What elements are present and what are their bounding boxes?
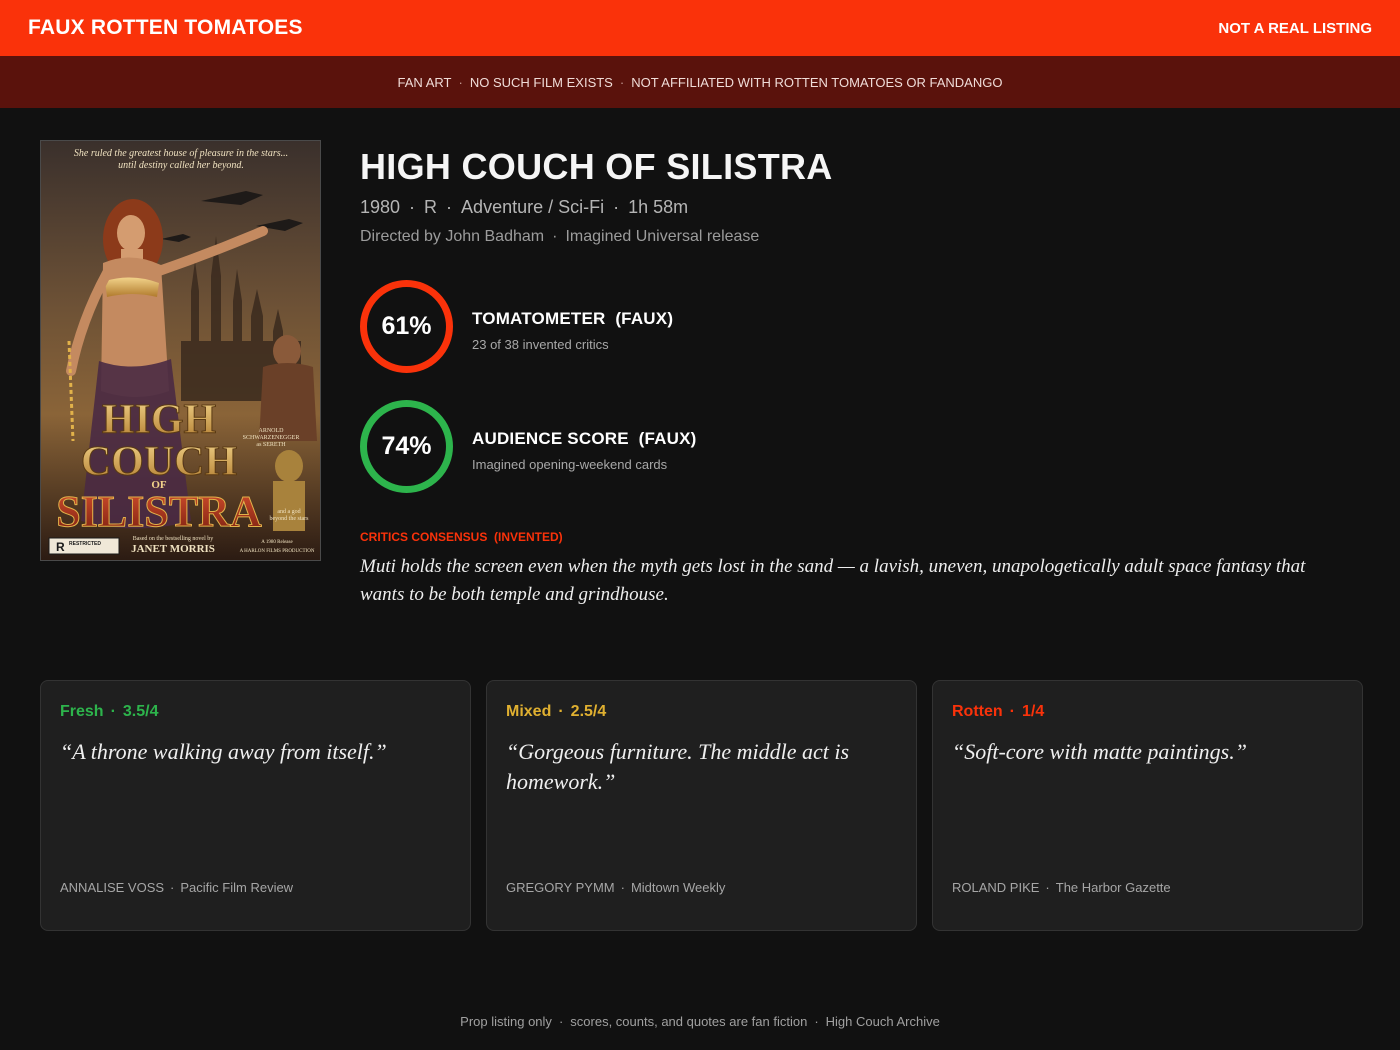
verdict-label: Rotten: [952, 703, 1003, 720]
separator: ·: [619, 74, 625, 90]
verdict-label: Fresh: [60, 703, 104, 720]
audience-label: AUDIENCE SCORE (FAUX): [472, 429, 697, 448]
review-byline: ROLAND PIKE · The Harbor Gazette: [952, 880, 1171, 895]
review-card[interactable]: Fresh · 3.5/4 “A throne walking away from …: [40, 680, 471, 931]
footer-item[interactable]: High Couch Archive: [826, 1014, 940, 1029]
mpaa-rating: R: [424, 197, 438, 217]
movie-meta: 1980 · R · Adventure / Sci-Fi · 1h 58m: [360, 197, 689, 217]
consensus-heading: CRITICS CONSENSUS (INVENTED): [360, 530, 563, 544]
review-card[interactable]: Rotten · 1/4 “Soft-core with matte paintin…: [932, 680, 1363, 931]
footer-item: scores, counts, and quotes are fan ficti…: [570, 1014, 808, 1029]
footer-item: Prop listing only: [460, 1014, 552, 1029]
critic-outlet[interactable]: Midtown Weekly: [631, 880, 725, 895]
poster-tagline: until destiny called her beyond.: [118, 160, 244, 171]
poster-credit: ARNOLD: [259, 428, 285, 434]
poster-release: A HARLON FILMS PRODUCTION: [240, 549, 315, 554]
critic-outlet[interactable]: Pacific Film Review: [180, 880, 293, 895]
review-quote: “A throne walking away from itself.”: [60, 739, 387, 764]
separator: ·: [558, 1014, 564, 1029]
audience-ring: 74%: [360, 400, 453, 493]
disclaimer-strip: FAN ART · NO SUCH FILM EXISTS · NOT AFFI…: [0, 56, 1400, 108]
audience-score[interactable]: 74% AUDIENCE SCORE (FAUX) Imagined openi…: [360, 400, 960, 494]
movie-title: HIGH COUCH OF SILISTRA: [360, 146, 833, 187]
poster-tagline: She ruled the greatest house of pleasure…: [74, 148, 288, 159]
tomatometer-score[interactable]: 61% TOMATOMETER (FAUX) 23 of 38 invented…: [360, 280, 960, 374]
release-year: 1980: [360, 197, 401, 217]
review-score: 1/4: [1021, 703, 1045, 720]
genre[interactable]: Adventure / Sci-Fi: [461, 197, 604, 217]
review-card[interactable]: Mixed · 2.5/4 “Gorgeous furniture. The mid…: [486, 680, 917, 931]
not-real-notice: NOT A REAL LISTING: [1218, 19, 1372, 37]
review-score: 3.5/4: [122, 703, 159, 720]
poster-title: SILISTRA: [56, 487, 262, 536]
audience-note: Imagined opening-weekend cards: [472, 457, 668, 472]
critic-name[interactable]: ANNALISE VOSS: [60, 880, 164, 895]
site-logo[interactable]: FAUX ROTTEN TOMATOES: [28, 16, 303, 40]
runtime: 1h 58m: [628, 197, 689, 217]
verdict-label: Mixed: [506, 703, 552, 720]
separator: ·: [458, 74, 463, 90]
poster-credit: and a god: [277, 509, 300, 515]
critic-name[interactable]: ROLAND PIKE: [952, 880, 1039, 895]
rating-letter: R: [56, 540, 65, 554]
review-quote: “Gorgeous furniture. The middle act is h…: [506, 739, 850, 794]
disclaimer-item: NO SUCH FILM EXISTS: [469, 74, 613, 90]
critic-name[interactable]: GREGORY PYMM: [506, 880, 615, 895]
director-credit[interactable]: Directed by John Badham: [360, 228, 544, 245]
rating-word: RESTRICTED: [69, 541, 101, 547]
poster-novelist: JANET MORRIS: [131, 543, 215, 555]
poster-artwork: She ruled the greatest house of pleasure…: [41, 141, 320, 560]
tomatometer-ring: 61%: [360, 280, 453, 373]
separator: ·: [814, 1014, 819, 1029]
top-bar: FAUX ROTTEN TOMATOES NOT A REAL LISTING: [0, 0, 1400, 56]
review-byline: GREGORY PYMM · Midtown Weekly: [506, 880, 726, 895]
review-verdict: Rotten · 1/4: [952, 703, 1045, 720]
review-verdict: Mixed · 2.5/4: [506, 703, 607, 720]
movie-poster[interactable]: She ruled the greatest house of pleasure…: [40, 140, 321, 561]
review-verdict: Fresh · 3.5/4: [60, 703, 159, 720]
release-note: Imagined Universal release: [565, 228, 760, 245]
audience-value: 74%: [381, 432, 432, 460]
poster-novel-line: Based on the bestselling novel by: [133, 536, 214, 542]
poster-credit: SCHWARZENEGGER: [243, 435, 300, 441]
review-quote: “Soft-core with matte paintings.”: [952, 739, 1247, 764]
poster-title: HIGH: [102, 397, 216, 443]
director-line: Directed by John Badham · Imagined Univers…: [360, 228, 760, 245]
critic-outlet[interactable]: The Harbor Gazette: [1056, 880, 1171, 895]
review-score: 2.5/4: [570, 703, 607, 720]
tomatometer-value: 61%: [381, 312, 432, 340]
poster-release: A 1980 Release: [261, 540, 293, 545]
disclaimer-item: NOT AFFILIATED WITH ROTTEN TOMATOES OR F…: [631, 74, 1003, 90]
review-byline: ANNALISE VOSS · Pacific Film Review: [60, 880, 294, 895]
tomatometer-count: 23 of 38 invented critics: [472, 337, 609, 352]
poster-credit: beyond the stars: [270, 516, 310, 522]
consensus-text: Muti holds the screen even when the myth…: [360, 556, 1306, 605]
disclaimer-item: FAN ART: [397, 74, 452, 90]
footer: Prop listing only · scores, counts, and qu…: [0, 1014, 1400, 1029]
poster-credit: as SERETH: [256, 442, 286, 448]
tomatometer-label: TOMATOMETER (FAUX): [472, 309, 674, 328]
